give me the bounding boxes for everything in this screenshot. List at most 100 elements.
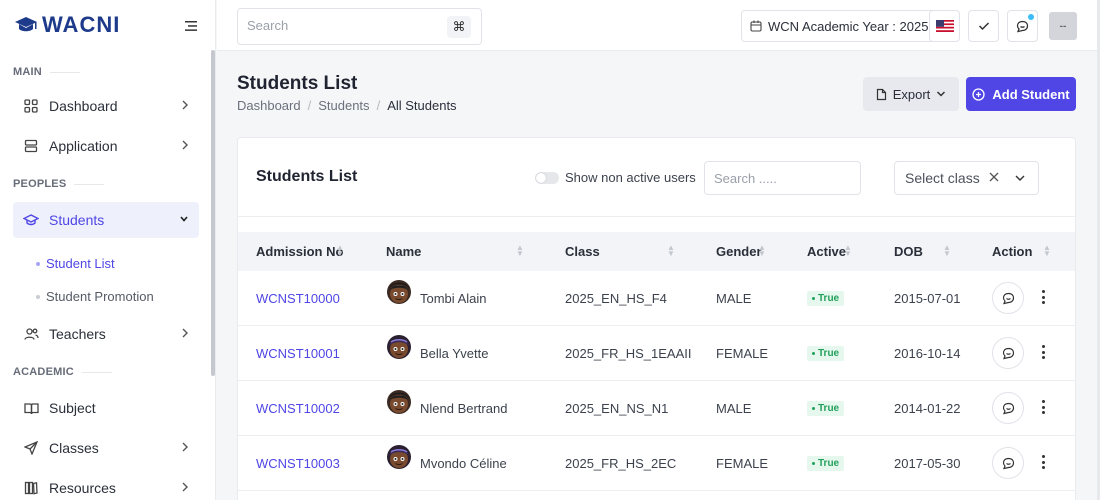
- messages-button[interactable]: [1007, 10, 1038, 42]
- chevron-right-icon: [182, 140, 188, 150]
- sidebar-item-classes[interactable]: Classes: [13, 430, 199, 466]
- clear-icon[interactable]: [987, 170, 1001, 184]
- sidebar-item-label: Students: [49, 212, 105, 228]
- table-row: WCNST10003 Mvondo Céline 2025_FR_HS_2EC FEM…: [238, 436, 1075, 491]
- card-divider: [238, 216, 1075, 217]
- status-badge: True: [807, 401, 845, 416]
- sidebar-subitem-student-list[interactable]: Student List: [36, 256, 115, 271]
- user-avatar[interactable]: --: [1049, 12, 1077, 40]
- chevron-right-icon: [182, 442, 188, 452]
- student-gender: FEMALE: [716, 456, 769, 471]
- students-card: Students List Show non active users Sele…: [237, 137, 1076, 500]
- student-name: Mvondo Céline: [420, 456, 507, 471]
- student-class: 2025_FR_HS_1EAAII: [565, 346, 692, 361]
- section-label-peoples: PEOPLES: [13, 178, 105, 190]
- file-icon: [876, 88, 886, 100]
- sidebar-item-label: Subject: [49, 400, 96, 416]
- column-header-gender[interactable]: Gender: [716, 244, 762, 259]
- sidebar-item-teachers[interactable]: Teachers: [13, 316, 199, 352]
- add-student-button[interactable]: Add Student: [966, 77, 1076, 111]
- sidebar-scrollbar[interactable]: [211, 50, 215, 376]
- more-options-icon[interactable]: [1041, 455, 1045, 469]
- academic-year-button[interactable]: WCN Academic Year : 2025: [741, 10, 938, 42]
- sidebar-item-subject[interactable]: Subject: [13, 390, 199, 426]
- sort-icon[interactable]: ▲ ▼: [758, 244, 766, 258]
- sidebar-item-label: Classes: [49, 440, 99, 456]
- brand-name: WACNI: [42, 12, 121, 37]
- send-icon: [22, 439, 40, 457]
- chevron-down-icon: [180, 216, 188, 222]
- language-button[interactable]: [929, 10, 960, 42]
- sort-icon[interactable]: ▲ ▼: [1043, 244, 1051, 258]
- graduation-cap-logo-icon: [15, 17, 37, 32]
- column-header-name[interactable]: Name: [386, 244, 421, 259]
- sidebar-item-dashboard[interactable]: Dashboard: [13, 88, 199, 124]
- message-student-button[interactable]: [992, 282, 1024, 314]
- export-button[interactable]: Export: [863, 77, 959, 111]
- column-header-class[interactable]: Class: [565, 244, 600, 259]
- sort-icon[interactable]: ▲ ▼: [844, 244, 852, 258]
- breadcrumb-item[interactable]: Students: [318, 98, 369, 113]
- brand-logo[interactable]: WACNI: [14, 12, 120, 38]
- sidebar-subitem-student-promotion[interactable]: Student Promotion: [36, 289, 154, 304]
- sidebar-item-resources[interactable]: Resources: [13, 470, 199, 500]
- student-name: Tombi Alain: [420, 291, 487, 306]
- status-badge: True: [807, 456, 845, 471]
- admission-link[interactable]: WCNST10002: [256, 401, 340, 416]
- tasks-button[interactable]: [968, 10, 999, 42]
- breadcrumb: Dashboard / Students / All Students: [237, 98, 457, 113]
- admission-link[interactable]: WCNST10000: [256, 291, 340, 306]
- library-icon: [22, 479, 40, 497]
- chevron-down-icon[interactable]: [1013, 171, 1027, 185]
- column-header-admission[interactable]: Admission No: [256, 244, 343, 259]
- student-gender: MALE: [716, 291, 752, 306]
- more-options-icon[interactable]: [1041, 290, 1045, 304]
- global-search-input[interactable]: [247, 18, 427, 33]
- add-student-label: Add Student: [992, 86, 1070, 102]
- student-avatar-icon: [386, 279, 412, 305]
- student-search[interactable]: [704, 161, 861, 195]
- student-search-input[interactable]: [714, 171, 854, 186]
- page-title: Students List: [237, 73, 358, 94]
- non-active-toggle[interactable]: [535, 172, 559, 184]
- users-icon: [22, 325, 40, 343]
- column-header-dob[interactable]: DOB: [894, 244, 923, 259]
- sort-icon[interactable]: ▲ ▼: [667, 244, 675, 258]
- breadcrumb-item[interactable]: Dashboard: [237, 98, 301, 113]
- calendar-icon: [750, 20, 762, 32]
- non-active-toggle-label: Show non active users: [565, 170, 696, 185]
- card-title: Students List: [256, 168, 358, 185]
- chevron-right-icon: [182, 482, 188, 492]
- sidebar: WACNI MAIN Dashboard Application PEOPLES…: [0, 0, 216, 500]
- student-gender: FEMALE: [716, 346, 769, 361]
- sidebar-item-students[interactable]: Students: [13, 202, 199, 238]
- message-student-button[interactable]: [992, 337, 1024, 369]
- sidebar-item-application[interactable]: Application: [13, 128, 199, 164]
- admission-link[interactable]: WCNST10001: [256, 346, 340, 361]
- sort-icon[interactable]: ▲ ▼: [516, 244, 524, 258]
- sort-icon[interactable]: ▲ ▼: [336, 244, 344, 258]
- plus-circle-icon: [972, 87, 986, 101]
- student-class: 2025_EN_HS_F4: [565, 291, 667, 306]
- status-badge: True: [807, 291, 845, 306]
- global-search[interactable]: ⌘: [237, 8, 482, 45]
- sidebar-item-label: Dashboard: [49, 98, 118, 114]
- status-badge: True: [807, 346, 845, 361]
- chevron-right-icon: [182, 100, 188, 110]
- more-options-icon[interactable]: [1041, 345, 1045, 359]
- more-options-icon[interactable]: [1041, 400, 1045, 414]
- sort-icon[interactable]: ▲ ▼: [943, 244, 951, 258]
- class-select[interactable]: Select class: [894, 161, 1039, 195]
- export-label: Export: [892, 86, 931, 102]
- chat-bubble-icon: [1002, 292, 1015, 305]
- topbar: ⌘ WCN Academic Year : 2025 --: [217, 0, 1100, 51]
- message-student-button[interactable]: [992, 447, 1024, 479]
- admission-link[interactable]: WCNST10003: [256, 456, 340, 471]
- sidebar-item-label: Teachers: [49, 326, 106, 342]
- menu-toggle-icon[interactable]: [185, 20, 199, 32]
- column-header-active[interactable]: Active: [807, 244, 846, 259]
- chat-bubble-icon: [1002, 347, 1015, 360]
- student-dob: 2014-01-22: [894, 401, 961, 416]
- message-student-button[interactable]: [992, 392, 1024, 424]
- student-gender: MALE: [716, 401, 752, 416]
